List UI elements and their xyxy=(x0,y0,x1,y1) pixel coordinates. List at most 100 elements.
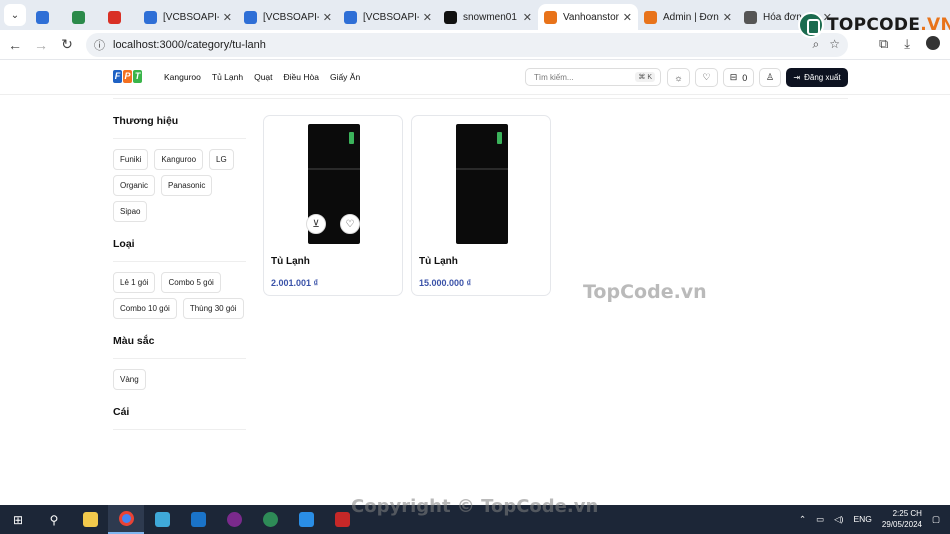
sun-icon: ☼ xyxy=(674,72,683,83)
filter-group-title: Màu sắc xyxy=(113,335,246,359)
filter-chip[interactable]: Vàng xyxy=(113,369,146,390)
tab-close-icon[interactable]: ✕ xyxy=(523,11,532,24)
search-icon[interactable]: ⚲ xyxy=(36,505,72,534)
browser-tab[interactable]: [VCBSOAPI- ✕ xyxy=(138,4,238,30)
filter-group-title: Thương hiệu xyxy=(113,115,246,139)
filter-group: Thương hiệu Funiki Kanguroo LG Organic Panaso… xyxy=(113,115,246,222)
tray-expand-icon[interactable]: ⌃ xyxy=(799,514,806,525)
app-purple-icon[interactable] xyxy=(216,505,252,534)
browser-tab[interactable]: [VCBSOAPI- ✕ xyxy=(238,4,338,30)
address-url[interactable]: localhost:3000/category/tu-lanh xyxy=(113,39,266,51)
tab-close-icon[interactable]: ✕ xyxy=(623,11,632,24)
tab-favicon-icon xyxy=(744,10,757,24)
menu-item[interactable]: Quạt xyxy=(254,72,272,82)
tab-close-icon[interactable]: ✕ xyxy=(723,11,732,24)
search-input[interactable]: Tìm kiếm... ⌘ K xyxy=(525,68,661,86)
account-button[interactable]: ♙ xyxy=(759,68,781,87)
browser-tab[interactable]: Vanhoanstor ✕ xyxy=(538,4,638,30)
tab-close-icon[interactable]: ✕ xyxy=(223,11,232,24)
watermark-logo-main: TOPCODE xyxy=(827,15,921,35)
language-indicator[interactable]: ENG xyxy=(854,514,872,524)
system-tray: ⌃ ▭ ◁) ENG 2:25 CH 29/05/2024 ▢ xyxy=(799,508,940,530)
product-name[interactable]: Tủ Lạnh xyxy=(419,256,458,267)
remote-desktop-icon[interactable] xyxy=(180,505,216,534)
add-to-wishlist-icon[interactable]: ♡ xyxy=(340,214,360,234)
filter-chip[interactable]: Sipao xyxy=(113,201,148,222)
filter-chip[interactable]: Lẻ 1 gói xyxy=(113,272,156,293)
photos-icon[interactable] xyxy=(144,505,180,534)
add-to-cart-icon[interactable]: ⊻ xyxy=(306,214,326,234)
filter-chip[interactable]: Funiki xyxy=(113,149,149,170)
download-icon[interactable]: ⤓ xyxy=(904,36,910,52)
menu-item[interactable]: Kanguroo xyxy=(164,72,201,82)
notification-icon[interactable]: ▢ xyxy=(932,514,940,525)
browser-tab[interactable]: snowmen01 ✕ xyxy=(438,4,538,30)
theme-toggle-button[interactable]: ☼ xyxy=(667,68,690,87)
browser-tab[interactable]: [VCBSOAPI-1 ✕ xyxy=(338,4,438,30)
menu-item[interactable]: Tủ Lạnh xyxy=(212,72,243,82)
chrome-icon[interactable] xyxy=(108,505,144,534)
profile-avatar[interactable] xyxy=(926,36,940,50)
menu-item[interactable]: Giấy Ăn xyxy=(330,72,360,82)
forward-icon[interactable]: → xyxy=(28,37,54,53)
logout-button[interactable]: ⇥ Đăng xuất xyxy=(786,68,848,87)
product-name[interactable]: Tủ Lạnh xyxy=(271,256,310,267)
site-info-icon[interactable]: ⓘ xyxy=(94,37,105,53)
tab-search-button[interactable]: ⌄ xyxy=(4,4,26,26)
filter-options: Lẻ 1 gói Combo 5 gói Combo 10 gói Thùng 30 … xyxy=(113,272,246,319)
product-card[interactable]: Tủ Lạnh 15.000.000 ₫ xyxy=(411,115,551,296)
cart-count: 0 xyxy=(742,72,748,83)
back-icon[interactable]: ← xyxy=(2,37,28,53)
tab-title: [VCBSOAPI- xyxy=(263,11,319,23)
clock-date: 29/05/2024 xyxy=(881,520,922,529)
file-explorer-icon[interactable] xyxy=(72,505,108,534)
fpt-logo[interactable]: FPT xyxy=(113,70,142,83)
browser-tab[interactable]: ✕ xyxy=(102,4,138,30)
product-image[interactable] xyxy=(456,124,508,244)
bookmark-star-icon[interactable]: ☆ xyxy=(829,37,840,52)
filter-group: Loại Lẻ 1 gói Combo 5 gói Combo 10 gói Thùng… xyxy=(113,238,246,319)
hs-app-icon[interactable] xyxy=(252,505,288,534)
filter-chip[interactable]: LG xyxy=(209,149,234,170)
filter-chip[interactable]: Thùng 30 gói xyxy=(182,298,244,319)
address-bar[interactable]: ⓘ localhost:3000/category/tu-lanh ⌕ ☆ xyxy=(86,33,848,57)
filter-chip[interactable]: Combo 5 gói xyxy=(161,272,221,293)
tab-favicon-icon xyxy=(144,10,157,24)
extensions-icon[interactable]: ⧉ xyxy=(879,36,888,52)
browser-tab[interactable]: ✕ xyxy=(30,4,66,30)
cart-button[interactable]: ⊟ 0 xyxy=(723,68,754,87)
product-price: 2.001.001 ₫ xyxy=(271,278,319,288)
network-icon[interactable]: ▭ xyxy=(816,514,824,525)
filter-chip[interactable]: Kanguroo xyxy=(154,149,204,170)
tab-title: Admin | Đơn xyxy=(663,11,719,23)
topcode-logo-icon xyxy=(798,12,824,38)
vscode-icon[interactable] xyxy=(288,505,324,534)
tab-title: [VCBSOAPI-1 xyxy=(363,11,419,23)
browser-tab[interactable]: Admin | Đơn ✕ xyxy=(638,4,738,30)
filter-group: Màu sắc Vàng xyxy=(113,335,246,390)
zoom-icon[interactable]: ⌕ xyxy=(813,37,820,52)
tab-close-icon[interactable]: ✕ xyxy=(323,11,332,24)
volume-icon[interactable]: ◁) xyxy=(834,514,843,525)
watermark-logo-suffix: .VN xyxy=(920,15,950,35)
topcode-logo-watermark: TOPCODE.VN xyxy=(798,12,950,38)
product-card[interactable]: ⊻ ♡ Tủ Lạnh 2.001.001 ₫ xyxy=(263,115,403,296)
menu-item[interactable]: Điều Hòa xyxy=(284,72,319,82)
site-header: FPT Kanguroo Tủ Lạnh Quạt Điều Hòa Giấy Ăn T… xyxy=(0,61,950,95)
filter-chip[interactable]: Organic xyxy=(113,175,156,196)
reload-icon[interactable]: ↻ xyxy=(54,36,80,53)
filter-chip[interactable]: Combo 10 gói xyxy=(113,298,177,319)
cart-icon: ⊟ xyxy=(729,72,738,82)
search-shortcut-badge: ⌘ K xyxy=(635,72,655,82)
watermark-bottom: Copyright © TopCode.vn xyxy=(351,496,599,517)
tab-close-icon[interactable]: ✕ xyxy=(423,11,432,24)
windows-start-icon[interactable]: ⊞ xyxy=(0,505,36,534)
browser-tab[interactable]: ✕ xyxy=(66,4,102,30)
filter-chip[interactable]: Panasonic xyxy=(161,175,213,196)
clock[interactable]: 2:25 CH 29/05/2024 xyxy=(882,508,922,530)
tab-title: Vanhoanstor xyxy=(563,11,619,23)
filter-group-title: Cái xyxy=(113,406,246,430)
tab-title: [VCBSOAPI- xyxy=(163,11,219,23)
wishlist-button[interactable]: ♡ xyxy=(695,68,718,87)
filter-options: Funiki Kanguroo LG Organic Panasonic Sipao xyxy=(113,149,246,222)
